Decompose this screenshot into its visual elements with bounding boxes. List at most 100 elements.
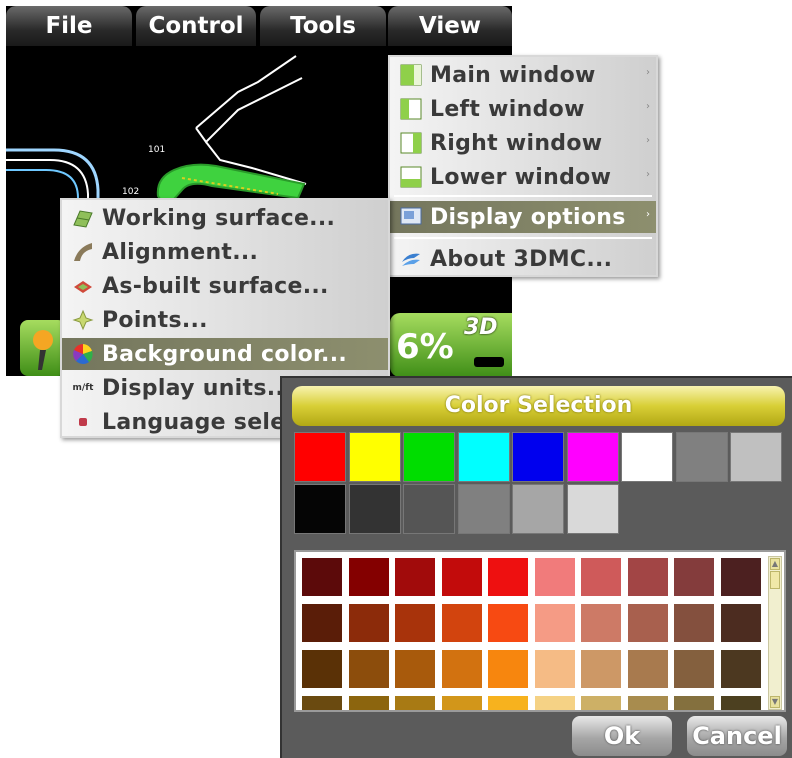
palette-cell[interactable] bbox=[581, 604, 621, 642]
color-swatch[interactable] bbox=[348, 432, 401, 482]
ok-button[interactable]: Ok bbox=[572, 716, 672, 756]
alignment-icon bbox=[74, 243, 92, 261]
palette-cell[interactable] bbox=[534, 558, 575, 596]
palette-cell[interactable] bbox=[581, 696, 621, 710]
palette-cell[interactable] bbox=[581, 650, 621, 688]
menu-item-about[interactable]: About 3DMC... bbox=[390, 243, 656, 275]
submenu-arrow-icon: › bbox=[646, 209, 650, 220]
menu-control[interactable]: Control bbox=[136, 6, 256, 46]
palette-cell[interactable] bbox=[627, 604, 668, 642]
lower-window-icon bbox=[400, 166, 422, 188]
palette-cell[interactable] bbox=[302, 696, 342, 710]
scroll-thumb[interactable] bbox=[770, 571, 780, 589]
color-palette: ▲ ▼ bbox=[294, 550, 786, 712]
palette-cell[interactable] bbox=[674, 696, 714, 710]
menu-item-lower-window[interactable]: Lower window › bbox=[390, 161, 656, 193]
palette-cell[interactable] bbox=[534, 696, 575, 710]
palette-cell[interactable] bbox=[534, 650, 575, 688]
palette-cell[interactable] bbox=[488, 604, 528, 642]
color-wheel-icon bbox=[73, 344, 93, 364]
palette-cell[interactable] bbox=[441, 558, 482, 596]
color-swatch[interactable] bbox=[566, 484, 619, 534]
color-swatch[interactable] bbox=[403, 432, 455, 482]
palette-cell[interactable] bbox=[674, 650, 714, 688]
color-swatch[interactable] bbox=[457, 432, 510, 482]
palette-cell[interactable] bbox=[395, 558, 435, 596]
scroll-down-icon[interactable]: ▼ bbox=[770, 696, 780, 708]
palette-cell[interactable] bbox=[720, 650, 761, 688]
menu-item-points[interactable]: Points... bbox=[62, 304, 388, 336]
palette-cell[interactable] bbox=[720, 604, 761, 642]
color-swatch[interactable] bbox=[512, 484, 564, 534]
palette-scrollbar[interactable]: ▲ ▼ bbox=[768, 556, 782, 710]
menu-item-display-options[interactable]: Display options › bbox=[390, 201, 656, 233]
palette-cell[interactable] bbox=[674, 604, 714, 642]
color-swatch[interactable] bbox=[512, 432, 564, 482]
language-icon bbox=[79, 418, 87, 426]
palette-cell[interactable] bbox=[627, 650, 668, 688]
palette-cell[interactable] bbox=[581, 558, 621, 596]
color-swatch[interactable] bbox=[294, 484, 346, 534]
working-surface-icon bbox=[73, 210, 93, 228]
color-swatch[interactable] bbox=[566, 432, 619, 482]
points-icon bbox=[72, 309, 94, 331]
palette-cell[interactable] bbox=[395, 604, 435, 642]
station-label: 101 bbox=[148, 145, 165, 155]
color-swatch[interactable] bbox=[675, 432, 728, 482]
menu-tools[interactable]: Tools bbox=[260, 6, 386, 46]
as-built-surface-icon bbox=[74, 281, 92, 293]
palette-cell[interactable] bbox=[720, 558, 761, 596]
menu-bar: File Control Tools View bbox=[6, 6, 512, 48]
dialog-title: Color Selection bbox=[292, 386, 785, 426]
station-label: 102 bbox=[122, 187, 139, 197]
palette-cell[interactable] bbox=[627, 696, 668, 710]
scroll-up-icon[interactable]: ▲ bbox=[770, 558, 780, 570]
submenu-arrow-icon: › bbox=[646, 169, 650, 180]
palette-cell[interactable] bbox=[348, 558, 389, 596]
menu-item-alignment[interactable]: Alignment... bbox=[62, 236, 388, 268]
cancel-button[interactable]: Cancel bbox=[687, 716, 787, 756]
palette-cell[interactable] bbox=[348, 604, 389, 642]
submenu-arrow-icon: › bbox=[646, 135, 650, 146]
indicator-bar bbox=[474, 357, 504, 367]
display-options-icon bbox=[400, 207, 422, 225]
right-window-icon bbox=[400, 132, 422, 154]
color-swatch[interactable] bbox=[457, 484, 510, 534]
palette-cell[interactable] bbox=[441, 696, 482, 710]
palette-cell[interactable] bbox=[395, 650, 435, 688]
palette-cell[interactable] bbox=[534, 604, 575, 642]
palette-cell[interactable] bbox=[302, 604, 342, 642]
menu-item-as-built-surface[interactable]: As-built surface... bbox=[62, 270, 388, 302]
menu-item-right-window[interactable]: Right window › bbox=[390, 127, 656, 159]
menu-item-left-window[interactable]: Left window › bbox=[390, 93, 656, 125]
palette-cell[interactable] bbox=[627, 558, 668, 596]
color-swatch[interactable] bbox=[348, 484, 401, 534]
palette-cell[interactable] bbox=[488, 558, 528, 596]
submenu-arrow-icon: › bbox=[646, 101, 650, 112]
palette-cell[interactable] bbox=[348, 650, 389, 688]
left-window-icon bbox=[400, 98, 422, 120]
grade-status-badge[interactable]: 6% 3D bbox=[390, 313, 512, 376]
view-menu: Main window › Left window › Right window… bbox=[388, 55, 658, 277]
color-swatch[interactable] bbox=[294, 432, 346, 482]
menu-item-working-surface[interactable]: Working surface... bbox=[62, 202, 388, 234]
units-icon: m/ft bbox=[72, 383, 94, 393]
palette-cell[interactable] bbox=[348, 696, 389, 710]
color-swatch[interactable] bbox=[730, 432, 782, 482]
menu-item-background-color[interactable]: Background color... bbox=[62, 338, 388, 370]
menu-item-main-window[interactable]: Main window › bbox=[390, 59, 656, 91]
palette-cell[interactable] bbox=[302, 558, 342, 596]
palette-cell[interactable] bbox=[674, 558, 714, 596]
palette-cell[interactable] bbox=[488, 650, 528, 688]
color-swatch[interactable] bbox=[621, 432, 673, 482]
palette-cell[interactable] bbox=[720, 696, 761, 710]
menu-file[interactable]: File bbox=[6, 6, 132, 46]
color-swatch[interactable] bbox=[403, 484, 455, 534]
menu-view[interactable]: View bbox=[388, 6, 512, 46]
palette-cell[interactable] bbox=[488, 696, 528, 710]
palette-cell[interactable] bbox=[441, 650, 482, 688]
menu-separator bbox=[394, 237, 652, 239]
palette-cell[interactable] bbox=[441, 604, 482, 642]
palette-cell[interactable] bbox=[395, 696, 435, 710]
palette-cell[interactable] bbox=[302, 650, 342, 688]
